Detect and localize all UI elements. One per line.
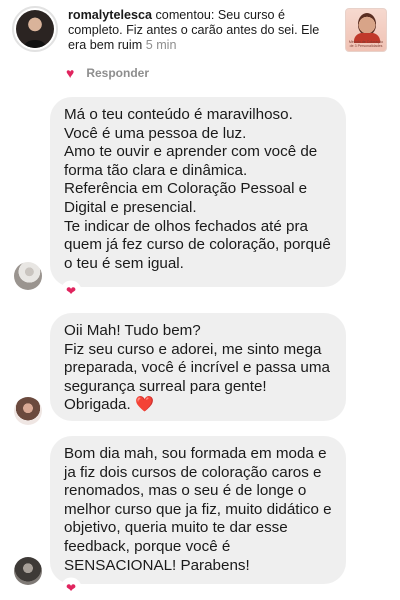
message-line: Má o teu conteúdo é maravilhoso. [64,106,293,123]
page: romalytelesca comentou: Seu curso é comp… [0,0,400,600]
sender-avatar-1[interactable] [14,262,42,290]
message-line: Oii Mah! Tudo bem? [64,322,201,339]
message-line: Fiz seu curso e adorei, me sinto mega pr… [64,340,330,395]
message-line: Referência em Coloração Pessoal e Digita… [64,180,308,216]
message-line: Amo te ouvir e aprender com você de form… [64,143,318,179]
thumbnail-caption: Método de Coloração de 3 Personalidades [348,39,384,48]
heart-reaction-icon[interactable]: ❤ [62,579,80,597]
heart-reaction-icon[interactable]: ❤ [62,282,80,300]
message-bubble-1[interactable]: Má o teu conteúdo é maravilhoso. Você é … [50,97,346,287]
message-text: Obrigada. [64,396,131,414]
sender-avatar-2[interactable] [14,397,42,425]
message-line: Você é uma pessoa de luz. [64,124,247,142]
post-thumbnail[interactable]: Método de Coloração de 3 Personalidades [345,8,387,52]
message-bubble-3[interactable]: Bom dia mah, sou formada em moda e ja fi… [50,436,346,584]
comment-time: 5 min [145,38,177,52]
comment-notification[interactable]: romalytelesca comentou: Seu curso é comp… [0,0,400,90]
avatar-photo [16,10,54,48]
message-bubble-2[interactable]: Oii Mah! Tudo bem? Fiz seu curso e adore… [50,313,346,421]
commenter-avatar[interactable] [12,6,58,52]
heart-icon[interactable]: ♥ [66,66,74,80]
message-line: Bom dia mah, sou formada em moda e ja fi… [64,445,332,574]
notification-text: romalytelesca comentou: Seu curso é comp… [68,8,330,53]
message-line: Te indicar de olhos fechados até pra que… [64,217,331,272]
reply-button[interactable]: Responder [86,66,149,80]
thumbnail-face [358,13,376,35]
notification-actions: ♥ Responder [66,64,149,82]
sender-avatar-3[interactable] [14,557,42,585]
red-heart-emoji: ❤️ [134,396,154,414]
message-line: Obrigada. ❤️ [64,396,332,415]
commenter-username[interactable]: romalytelesca [68,8,152,22]
